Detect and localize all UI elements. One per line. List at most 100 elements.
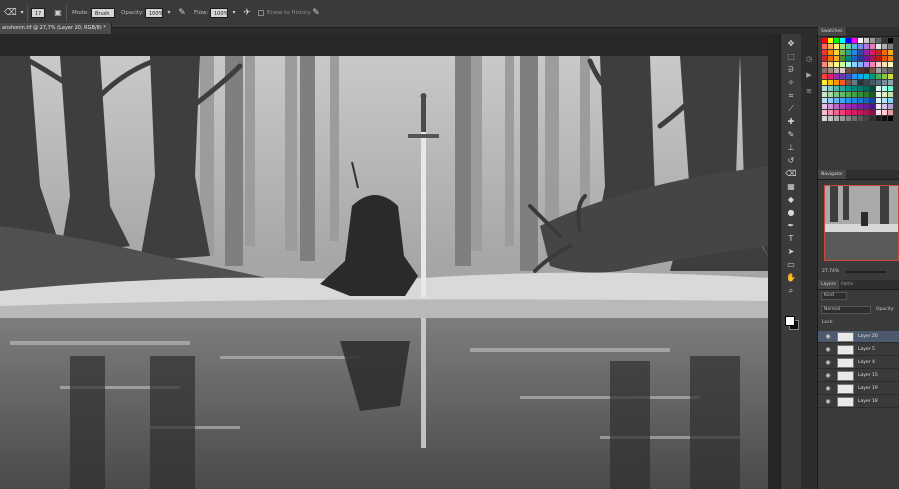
color-swatch[interactable]: [858, 80, 863, 85]
color-swatch[interactable]: [840, 74, 845, 79]
tab-navigator[interactable]: Navigator: [818, 170, 847, 179]
color-swatch[interactable]: [876, 86, 881, 91]
blur-icon[interactable]: ◆: [784, 194, 798, 205]
color-swatch[interactable]: [828, 110, 833, 115]
actions-panel-icon[interactable]: ▶: [804, 70, 814, 80]
color-swatch[interactable]: [876, 50, 881, 55]
color-swatch[interactable]: [834, 86, 839, 91]
tab-layers[interactable]: Layers: [818, 280, 839, 289]
color-swatch[interactable]: [846, 86, 851, 91]
foreground-color-swatch[interactable]: [785, 316, 795, 326]
color-swatch[interactable]: [828, 56, 833, 61]
color-swatch[interactable]: [858, 110, 863, 115]
color-swatch[interactable]: [858, 86, 863, 91]
color-swatch[interactable]: [864, 86, 869, 91]
opacity-input[interactable]: 100%: [145, 8, 163, 18]
color-swatch[interactable]: [840, 50, 845, 55]
layer-name[interactable]: Layer 4: [858, 357, 875, 369]
color-swatch[interactable]: [840, 38, 845, 43]
color-swatch[interactable]: [876, 56, 881, 61]
color-swatch[interactable]: [864, 44, 869, 49]
layer-row[interactable]: ◉ Layer 5: [818, 344, 899, 356]
color-swatch[interactable]: [834, 44, 839, 49]
color-swatch[interactable]: [882, 74, 887, 79]
layer-name[interactable]: Layer 20: [858, 331, 878, 343]
color-swatch[interactable]: [834, 74, 839, 79]
color-swatch[interactable]: [828, 80, 833, 85]
color-swatch[interactable]: [858, 50, 863, 55]
tab-paths[interactable]: Paths: [838, 280, 856, 289]
color-swatch[interactable]: [840, 104, 845, 109]
crop-icon[interactable]: ⌗: [784, 90, 798, 101]
pressure-opacity-icon[interactable]: ✎: [176, 7, 188, 19]
pen-icon[interactable]: ✒: [784, 220, 798, 231]
color-swatch[interactable]: [888, 56, 893, 61]
eraser-icon[interactable]: ⌫: [784, 168, 798, 179]
color-swatch[interactable]: [822, 110, 827, 115]
color-swatch[interactable]: [864, 80, 869, 85]
color-swatch[interactable]: [858, 74, 863, 79]
navigator-zoom[interactable]: 27,74%: [822, 269, 839, 274]
color-swatch[interactable]: [864, 74, 869, 79]
color-swatch[interactable]: [822, 50, 827, 55]
color-swatch[interactable]: [828, 74, 833, 79]
dodge-icon[interactable]: ●: [784, 207, 798, 218]
layer-row[interactable]: ◉ Layer 18: [818, 396, 899, 408]
color-swatch[interactable]: [846, 44, 851, 49]
layer-row[interactable]: ◉ Layer 19: [818, 383, 899, 395]
color-swatch[interactable]: [822, 74, 827, 79]
move-icon[interactable]: ✥: [784, 38, 798, 49]
color-swatch[interactable]: [870, 74, 875, 79]
hand-icon[interactable]: ✋: [784, 272, 798, 283]
color-swatch[interactable]: [858, 56, 863, 61]
color-swatch[interactable]: [828, 62, 833, 67]
color-swatch[interactable]: [870, 104, 875, 109]
brush-panel-icon[interactable]: ▣: [52, 7, 64, 19]
color-swatch[interactable]: [888, 68, 893, 73]
color-swatch[interactable]: [882, 116, 887, 121]
color-swatch[interactable]: [828, 98, 833, 103]
color-swatch[interactable]: [864, 38, 869, 43]
erase-to-history-checkbox[interactable]: [258, 10, 264, 16]
color-swatch[interactable]: [876, 98, 881, 103]
color-swatch[interactable]: [864, 92, 869, 97]
color-swatch[interactable]: [852, 62, 857, 67]
color-swatch[interactable]: [834, 68, 839, 73]
airbrush-icon[interactable]: ✈: [241, 7, 253, 19]
color-swatch[interactable]: [840, 56, 845, 61]
color-swatch[interactable]: [888, 38, 893, 43]
color-swatch[interactable]: [834, 98, 839, 103]
color-swatch[interactable]: [864, 104, 869, 109]
color-swatch[interactable]: [834, 62, 839, 67]
color-swatch[interactable]: [882, 56, 887, 61]
color-swatch[interactable]: [840, 116, 845, 121]
layer-name[interactable]: Layer 18: [858, 396, 878, 408]
color-swatch[interactable]: [858, 62, 863, 67]
color-swatch[interactable]: [864, 110, 869, 115]
color-swatch[interactable]: [882, 92, 887, 97]
color-swatch[interactable]: [870, 56, 875, 61]
color-swatch[interactable]: [870, 50, 875, 55]
color-swatch[interactable]: [876, 80, 881, 85]
document-canvas[interactable]: [0, 56, 768, 489]
color-swatch[interactable]: [858, 68, 863, 73]
color-swatch[interactable]: [822, 104, 827, 109]
color-swatch[interactable]: [876, 92, 881, 97]
color-swatch[interactable]: [846, 80, 851, 85]
color-swatch[interactable]: [870, 116, 875, 121]
color-swatch[interactable]: [876, 44, 881, 49]
color-swatch[interactable]: [822, 86, 827, 91]
color-swatch[interactable]: [828, 86, 833, 91]
color-swatch[interactable]: [870, 92, 875, 97]
color-swatch[interactable]: [852, 86, 857, 91]
color-swatch[interactable]: [888, 116, 893, 121]
color-swatch[interactable]: [846, 98, 851, 103]
eyedropper-icon[interactable]: ⟋: [784, 103, 798, 114]
color-swatch[interactable]: [840, 98, 845, 103]
color-swatch[interactable]: [858, 98, 863, 103]
spot-heal-icon[interactable]: ✚: [784, 116, 798, 127]
color-swatch[interactable]: [846, 50, 851, 55]
color-swatch[interactable]: [828, 116, 833, 121]
eye-icon[interactable]: ◉: [824, 385, 832, 393]
eye-icon[interactable]: ◉: [824, 346, 832, 354]
